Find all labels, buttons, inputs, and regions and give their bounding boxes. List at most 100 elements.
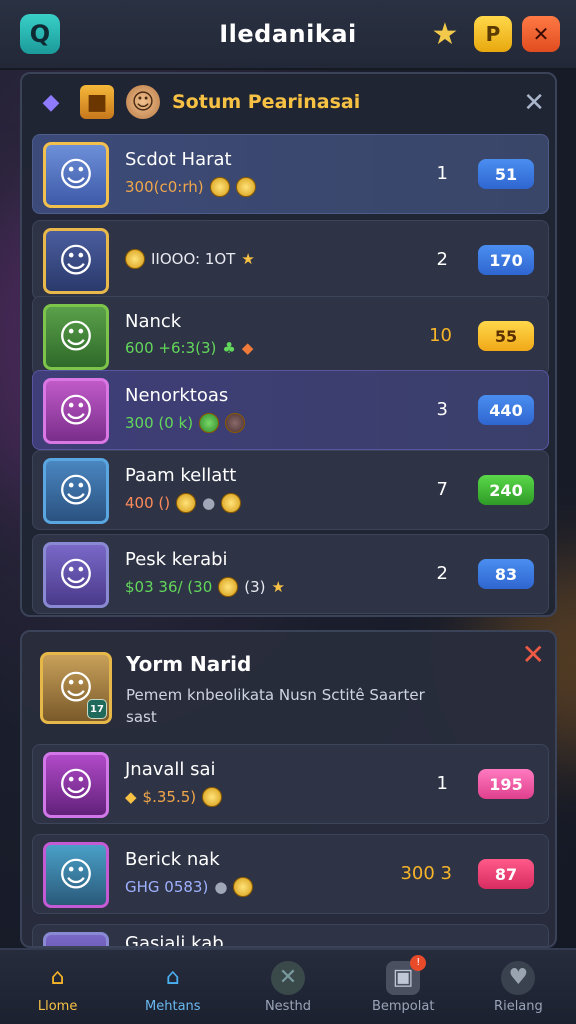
chest-icon: ■ <box>80 85 114 119</box>
nav-bempolat[interactable]: ▣! Bempolat <box>346 950 461 1024</box>
members-icon: ⌂ <box>165 965 180 990</box>
coin-icon <box>225 413 246 433</box>
player-name: Gasiali kab <box>125 933 224 948</box>
app-title: Iledanikai <box>219 20 357 48</box>
diamond-icon: ◆ <box>125 788 137 806</box>
player-stats: $03 36/ (30 (3) ★ <box>125 577 285 597</box>
player-name: Jnavall sai <box>125 759 216 780</box>
list-item[interactable]: ☺ Paam kellatt 400 () ● 7 240 <box>32 450 549 530</box>
top-bar: Q Iledanikai ★ P ✕ <box>0 0 576 70</box>
list-item[interactable]: ☺ Nanck 600 +6:3(3) ♣ ◆ 10 55 <box>32 296 549 376</box>
player-stats: 300 (0 k) <box>125 413 246 433</box>
score-badge[interactable]: 83 <box>478 559 534 589</box>
panel-title: Sotum Pearinasai <box>172 91 361 113</box>
panel-header: ◆ ■ ☺ Sotum Pearinasai <box>22 74 555 130</box>
home-icon: ⌂ <box>50 965 65 990</box>
nav-home[interactable]: ⌂ Llome <box>0 950 115 1024</box>
featured-description: Pemem knbeolikata Nusn Sctitê Saarter sa… <box>126 686 425 726</box>
gem-icon: ◆ <box>241 339 254 357</box>
bempolat-icon: ▣! <box>386 954 427 995</box>
avatar: ☺ <box>43 842 109 908</box>
avatar: ☺ 17 <box>40 652 112 724</box>
gem-icon: ◆ <box>42 89 60 115</box>
nesthd-icon: ✕ <box>271 960 305 995</box>
featured-panel: ☺ 17 Yorm Narid Pemem knbeolikata Nusn Sc… <box>20 630 557 948</box>
player-stats: 600 +6:3(3) ♣ ◆ <box>125 339 254 357</box>
nav-rielang[interactable]: ♥ Rielang <box>461 950 576 1024</box>
rank-value: 3 <box>436 399 448 420</box>
featured-title: Yorm Narid <box>126 652 252 676</box>
rank-value: 1 <box>436 163 448 184</box>
rank-value: 2 <box>436 249 448 270</box>
player-name: Berick nak <box>125 849 220 870</box>
leaderboard-panel: ◆ ■ ☺ Sotum Pearinasai ✕ ☺ Scdot Harat 3… <box>20 72 557 617</box>
featured-player[interactable]: ☺ 17 Yorm Narid Pemem knbeolikata Nusn Sc… <box>22 632 555 732</box>
coin-button[interactable]: P <box>474 16 512 52</box>
nav-label: Bempolat <box>371 998 435 1014</box>
coin-icon <box>125 249 145 269</box>
score-badge[interactable]: 240 <box>478 475 534 505</box>
score-badge[interactable]: 87 <box>478 859 534 889</box>
avatar: ☺ <box>43 458 109 524</box>
list-item[interactable]: ☺ Nenorktoas 300 (0 k) 3 440 <box>32 370 549 450</box>
nav-members[interactable]: ⌂ Mehtans <box>115 950 230 1024</box>
avatar: ☺ <box>43 752 109 818</box>
star-icon: ★ <box>271 578 285 596</box>
nav-label: Rielang <box>494 998 543 1014</box>
avatar: ☺ <box>43 142 109 208</box>
avatar: ☺ <box>43 228 109 294</box>
nav-nesthd[interactable]: ✕ Nesthd <box>230 950 345 1024</box>
notification-badge-icon: ! <box>410 954 427 971</box>
nav-label: Nesthd <box>264 998 312 1014</box>
close-icon[interactable]: ✕ <box>523 88 545 118</box>
avatar: ☺ <box>43 932 109 946</box>
player-stats: GHG 0583) ● <box>125 877 254 897</box>
level-badge: 17 <box>87 699 107 719</box>
player-stats: IIOOO: 1OT ★ <box>125 249 255 269</box>
player-name: Pesk kerabi <box>125 549 228 570</box>
nav-label: Mehtans <box>145 998 201 1014</box>
app-logo-icon[interactable]: Q <box>20 14 60 54</box>
coin-icon <box>221 493 242 513</box>
coin-icon <box>209 177 230 197</box>
coin-icon <box>199 413 220 433</box>
leaf-icon: ♣ <box>222 339 236 357</box>
player-name: Scdot Harat <box>125 149 232 170</box>
coin-icon <box>218 577 239 597</box>
avatar: ☺ <box>43 378 109 444</box>
close-icon[interactable]: ✕ <box>522 638 545 671</box>
list-item[interactable]: ☺ Gasiali kab <box>32 924 549 948</box>
coin-icon <box>176 493 197 513</box>
close-button[interactable]: ✕ <box>522 16 560 52</box>
list-item[interactable]: ☺ Berick nak GHG 0583) ● 300 3 87 <box>32 834 549 914</box>
top-actions: ★ P ✕ <box>426 16 560 52</box>
rank-value: 7 <box>436 479 448 500</box>
rank-value: 10 <box>429 325 452 346</box>
coin-icon <box>233 877 254 897</box>
avatar: ☺ <box>43 304 109 370</box>
score-badge[interactable]: 440 <box>478 395 534 425</box>
rank-value: 300 3 <box>400 863 452 884</box>
player-name: Nenorktoas <box>125 385 229 406</box>
player-name: Paam kellatt <box>125 465 237 486</box>
player-stats: 300(c0:rh) <box>125 177 256 197</box>
list-item[interactable]: ☺ Jnavall sai ◆ $.35.5) 1 195 <box>32 744 549 824</box>
star-icon[interactable]: ★ <box>426 16 464 52</box>
player-stats: 400 () ● <box>125 493 242 513</box>
score-badge[interactable]: 170 <box>478 245 534 275</box>
nav-label: Llome <box>37 998 78 1014</box>
helmet-icon: ● <box>202 494 216 512</box>
score-badge[interactable]: 195 <box>478 769 534 799</box>
helmet-icon: ● <box>214 878 228 896</box>
score-badge[interactable]: 51 <box>478 159 534 189</box>
score-badge[interactable]: 55 <box>478 321 534 351</box>
list-item[interactable]: ☺ Scdot Harat 300(c0:rh) 1 51 <box>32 134 549 214</box>
rank-value: 2 <box>436 563 448 584</box>
bottom-nav: ⌂ Llome ⌂ Mehtans ✕ Nesthd ▣! Bempolat ♥… <box>0 948 576 1024</box>
list-item[interactable]: ☺ IIOOO: 1OT ★ 2 170 <box>32 220 549 300</box>
list-item[interactable]: ☺ Pesk kerabi $03 36/ (30 (3) ★ 2 83 <box>32 534 549 614</box>
coin-icon <box>235 177 256 197</box>
player-stats: ◆ $.35.5) <box>125 787 223 807</box>
rank-value: 1 <box>436 773 448 794</box>
player-name: Nanck <box>125 311 182 332</box>
